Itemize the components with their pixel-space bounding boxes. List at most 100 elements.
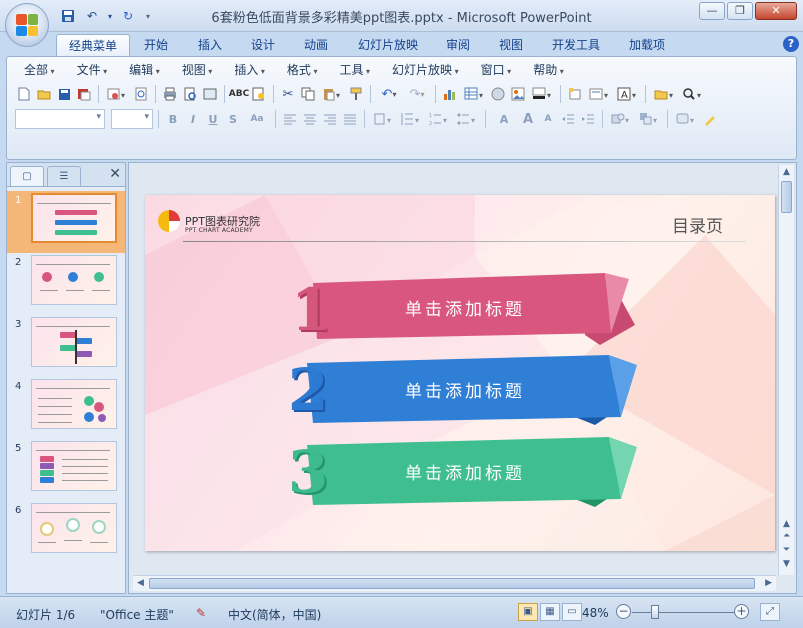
layout-icon[interactable]: ▾ — [586, 85, 612, 103]
print-icon[interactable] — [161, 85, 179, 103]
current-slide[interactable]: PPT图表研究院 PPT CHART ACADEMY 目录页 1 单击添加标题 … — [145, 195, 775, 551]
research-icon[interactable] — [250, 85, 268, 103]
insert-table-icon[interactable]: ▾ — [461, 85, 487, 103]
zoom-level[interactable]: 48% — [582, 606, 609, 620]
vertical-scrollbar[interactable]: ▲ ▲ ⏶ ⏷ ▼ — [778, 165, 794, 575]
slides-tab-icon[interactable]: ▢ — [10, 166, 44, 186]
slide-thumbnail-6[interactable]: 6 — [7, 501, 125, 563]
new-document-icon[interactable] — [15, 85, 33, 103]
text-shadow-button[interactable]: S — [224, 110, 242, 128]
menu-edit[interactable]: 编辑 — [118, 61, 171, 79]
new-slide-icon[interactable] — [566, 85, 584, 103]
print-preview-icon[interactable] — [181, 85, 199, 103]
justify-icon[interactable] — [341, 110, 359, 128]
previous-slide-icon[interactable]: ⏶ — [783, 531, 790, 541]
italic-button[interactable]: I — [184, 110, 202, 128]
scroll-up-icon[interactable]: ▲ — [783, 167, 790, 177]
tab-review[interactable]: 审阅 — [434, 34, 482, 56]
color-scheme-icon[interactable]: ▾ — [529, 85, 555, 103]
shape-fill-icon[interactable]: ▾ — [673, 110, 699, 128]
increase-indent-icon[interactable] — [579, 110, 597, 128]
insert-picture-icon[interactable] — [509, 85, 527, 103]
office-button[interactable] — [5, 3, 49, 47]
horizontal-scroll-thumb[interactable] — [149, 578, 755, 589]
tab-animations[interactable]: 动画 — [292, 34, 340, 56]
close-panel-icon[interactable]: ✕ — [109, 166, 121, 182]
spelling-icon[interactable]: ABC — [229, 85, 249, 103]
vertical-scroll-thumb[interactable] — [781, 181, 792, 213]
slide-thumbnail-2[interactable]: 2 — [7, 253, 125, 315]
menu-view[interactable]: 视图 — [171, 61, 224, 79]
line-spacing-icon[interactable]: ▾ — [398, 110, 424, 128]
align-right-icon[interactable] — [321, 110, 339, 128]
align-left-icon[interactable] — [281, 110, 299, 128]
tab-view[interactable]: 视图 — [487, 34, 535, 56]
bold-button[interactable]: B — [164, 110, 182, 128]
format-painter-icon[interactable] — [347, 85, 365, 103]
menu-window[interactable]: 窗口 — [470, 61, 523, 79]
zoom-icon[interactable]: ▾ — [679, 85, 705, 103]
horizontal-scrollbar[interactable]: ◀ ▶ — [133, 575, 776, 591]
slide-thumbnail-3[interactable]: 3 — [7, 315, 125, 377]
slide-sorter-view-icon[interactable]: ▦ — [540, 603, 560, 621]
open-folder-dropdown-icon[interactable]: ▾ — [651, 85, 677, 103]
tab-developer[interactable]: 开发工具 — [540, 34, 612, 56]
publish-icon[interactable] — [132, 85, 150, 103]
shrink-font-button[interactable]: A — [539, 110, 557, 128]
underline-button[interactable]: U — [204, 110, 222, 128]
menu-file[interactable]: 文件 — [66, 61, 119, 79]
spelling-check-icon[interactable]: ✎ — [196, 606, 206, 620]
language-indicator[interactable]: 中文(简体，中国) — [228, 606, 321, 623]
minimize-button[interactable]: — — [699, 2, 725, 20]
fit-to-window-icon[interactable]: ⤢ — [760, 603, 780, 621]
help-icon[interactable]: ? — [783, 36, 799, 52]
zoom-out-button[interactable]: − — [616, 604, 631, 619]
slide-editing-area[interactable]: PPT图表研究院 PPT CHART ACADEMY 目录页 1 单击添加标题 … — [128, 162, 797, 594]
numbering-icon[interactable]: 1 2 ▾ — [426, 110, 452, 128]
menu-all[interactable]: 全部 — [13, 61, 66, 79]
zoom-slider-track[interactable] — [632, 612, 736, 613]
arrange-icon[interactable]: ▾ — [636, 110, 662, 128]
restore-button[interactable]: ❐ — [727, 2, 753, 20]
item-title-3[interactable]: 单击添加标题 — [365, 459, 565, 484]
save-icon[interactable] — [55, 85, 73, 103]
scroll-down-icon[interactable]: ▼ — [783, 559, 790, 569]
tab-slide-show[interactable]: 幻灯片放映 — [346, 34, 430, 56]
shapes-icon[interactable]: ▾ — [608, 110, 634, 128]
slide-thumbnail-5[interactable]: 5 — [7, 439, 125, 501]
zoom-slider-thumb[interactable] — [651, 605, 659, 619]
paste-icon[interactable]: ▾ — [319, 85, 345, 103]
menu-format[interactable]: 格式 — [276, 61, 329, 79]
slide-thumbnail-1[interactable]: 1 — [7, 191, 125, 253]
menu-help[interactable]: 帮助 — [522, 61, 575, 79]
copy-icon[interactable] — [299, 85, 317, 103]
slide-show-view-icon[interactable]: ▭ — [562, 603, 582, 621]
menu-tools[interactable]: 工具 — [328, 61, 381, 79]
email-icon[interactable]: ▾ — [104, 85, 130, 103]
cut-icon[interactable]: ✂ — [279, 85, 297, 103]
bullets-icon[interactable]: ▾ — [454, 110, 480, 128]
normal-view-icon[interactable]: ▣ — [518, 603, 538, 621]
shape-outline-icon[interactable] — [701, 110, 719, 128]
scroll-left-icon[interactable]: ◀ — [137, 578, 144, 588]
text-box-icon[interactable]: A ▾ — [614, 85, 640, 103]
decrease-indent-icon[interactable] — [559, 110, 577, 128]
tab-classic-menu[interactable]: 经典菜单 — [56, 34, 131, 56]
align-center-icon[interactable] — [301, 110, 319, 128]
font-size-combo[interactable] — [111, 109, 153, 129]
slide-sorter-icon[interactable] — [201, 85, 219, 103]
scroll-right-icon[interactable]: ▶ — [765, 578, 772, 588]
zoom-in-button[interactable]: + — [734, 604, 749, 619]
insert-chart-icon[interactable] — [441, 85, 459, 103]
open-folder-icon[interactable] — [35, 85, 53, 103]
tab-add-ins[interactable]: 加载项 — [617, 34, 677, 56]
tab-home[interactable]: 开始 — [132, 34, 180, 56]
grow-font-button[interactable]: A — [519, 110, 537, 128]
redo-icon[interactable]: ↷ ▾ — [404, 85, 430, 103]
next-slide-icon[interactable]: ⏷ — [783, 545, 790, 555]
slide-thumbnail-4[interactable]: 4 — [7, 377, 125, 439]
menu-slide-show[interactable]: 幻灯片放映 — [381, 61, 470, 79]
tab-insert[interactable]: 插入 — [186, 34, 234, 56]
text-direction-icon[interactable]: ▾ — [370, 110, 396, 128]
undo-icon[interactable]: ↶ ▾ — [376, 85, 402, 103]
